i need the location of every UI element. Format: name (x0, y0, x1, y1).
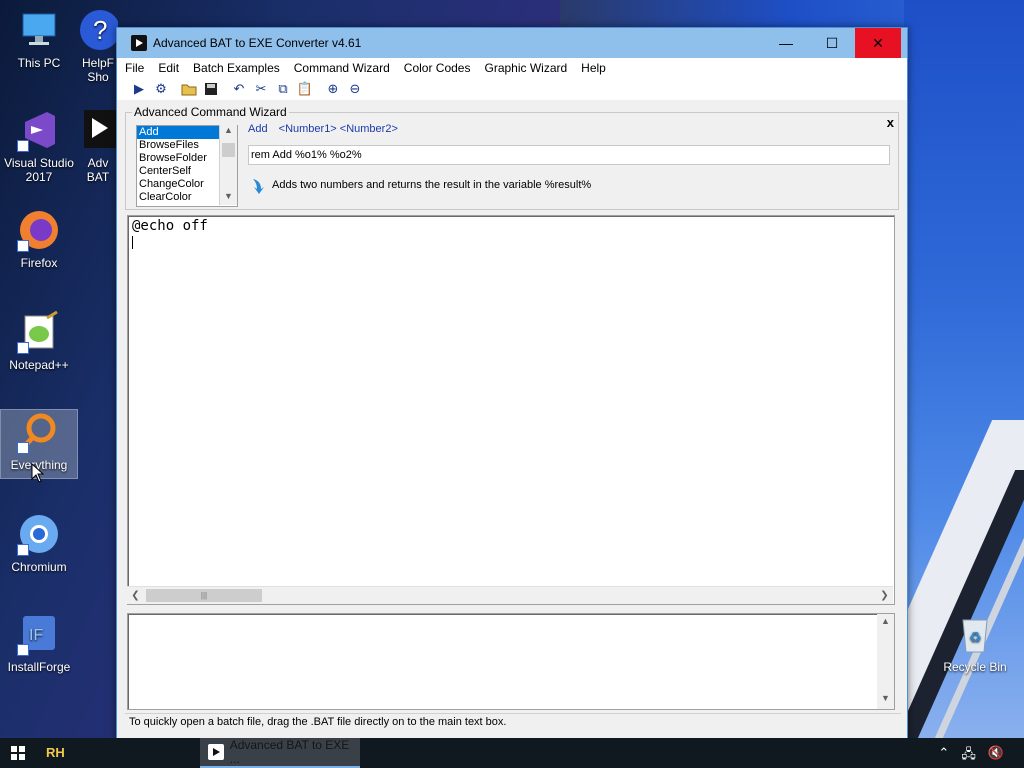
taskbar-app-advanced-bat[interactable]: Advanced BAT to EXE ... (200, 738, 360, 768)
scroll-up-icon[interactable]: ▲ (220, 125, 237, 139)
output-box[interactable]: ▲ ▼ (127, 613, 895, 710)
visual-studio-icon (17, 108, 61, 152)
menu-batch-examples[interactable]: Batch Examples (193, 61, 280, 75)
network-icon[interactable]: 🖧 (961, 745, 976, 767)
syntax-args: <Number1> <Number2> (278, 123, 398, 135)
menu-file[interactable]: File (125, 61, 144, 75)
editor-horizontal-scrollbar[interactable]: ❮ ||| ❯ (127, 586, 893, 604)
run-icon[interactable]: ▶ (131, 81, 147, 97)
window-title: Advanced BAT to EXE Converter v4.61 (153, 36, 362, 50)
status-bar: To quickly open a batch file, drag the .… (125, 713, 901, 730)
command-list-scrollbar[interactable]: ▲ ▼ (219, 125, 237, 205)
command-input-field[interactable]: rem Add %o1% %o2% (248, 145, 890, 165)
undo-icon[interactable]: ↶ (231, 81, 247, 97)
minimize-icon: — (779, 35, 793, 51)
desktop-icon-label: This PC (17, 56, 61, 70)
command-syntax: Add <Number1> <Number2> (248, 123, 398, 135)
menu-graphic-wizard[interactable]: Graphic Wizard (484, 61, 567, 75)
insert-arrow-icon[interactable] (250, 177, 266, 195)
desktop-icon-notepadpp[interactable]: Notepad++ (1, 310, 77, 372)
desktop-icon-label: Adv BAT (86, 156, 110, 184)
start-button[interactable] (0, 738, 36, 768)
app-icon (208, 744, 224, 760)
menu-edit[interactable]: Edit (158, 61, 179, 75)
desktop-icon-label: Firefox (20, 256, 58, 270)
desktop-icon-help[interactable]: ? HelpF Sho (78, 8, 118, 84)
desktop-icon-adv-bat[interactable]: Adv BAT (78, 108, 118, 184)
command-wizard-panel: Advanced Command Wizard x Add BrowseFile… (125, 105, 899, 210)
menu-help[interactable]: Help (581, 61, 606, 75)
app-icon (131, 35, 147, 51)
cut-icon[interactable]: ✂ (253, 81, 269, 97)
mouse-pointer-icon (31, 463, 45, 483)
scroll-down-icon[interactable]: ▼ (877, 693, 894, 707)
menu-bar: File Edit Batch Examples Command Wizard … (117, 58, 907, 78)
desktop-icon-label: Recycle Bin (943, 660, 1007, 674)
svg-text:IF: IF (29, 627, 43, 644)
this-pc-icon (17, 8, 61, 52)
installforge-icon: IF (17, 612, 61, 656)
taskbar: RH Advanced BAT to EXE ... ⌃ 🖧 🔇 (0, 738, 1024, 768)
desktop-icon-label: HelpF Sho (81, 56, 114, 84)
zoom-out-icon[interactable]: ⊖ (347, 81, 363, 97)
toolbar: ▶ ⚙ ↶ ✂ ⧉ 📋 ⊕ ⊖ (117, 78, 907, 100)
syntax-command: Add (248, 123, 268, 135)
chevron-up-icon[interactable]: ⌃ (938, 745, 949, 767)
svg-text:?: ? (93, 15, 107, 45)
volume-muted-icon[interactable]: 🔇 (988, 745, 1004, 767)
scroll-up-icon[interactable]: ▲ (877, 616, 894, 630)
help-icon: ? (78, 8, 118, 52)
windows-logo-icon (11, 746, 25, 760)
desktop-icon-firefox[interactable]: Firefox (1, 208, 77, 270)
save-icon[interactable] (203, 81, 219, 97)
desktop-icon-label: Visual Studio 2017 (4, 156, 74, 184)
copy-icon[interactable]: ⧉ (275, 81, 291, 97)
scroll-thumb[interactable]: ||| (146, 589, 262, 602)
main-text-editor[interactable]: @echo off (127, 215, 895, 605)
paste-icon[interactable]: 📋 (297, 81, 313, 97)
recycle-bin-icon: ♻ (953, 612, 997, 656)
close-button[interactable]: ✕ (855, 28, 901, 58)
desktop-icon-label: Chromium (11, 560, 67, 574)
desktop-icon-label: InstallForge (7, 660, 71, 674)
wizard-close-icon[interactable]: x (887, 115, 894, 130)
close-icon: ✕ (872, 34, 884, 51)
menu-command-wizard[interactable]: Command Wizard (294, 61, 390, 75)
desktop-icon-label: Notepad++ (9, 358, 69, 372)
firefox-icon (17, 208, 61, 252)
notepadpp-icon (17, 310, 61, 354)
command-description: Adds two numbers and returns the result … (272, 179, 592, 191)
adv-bat-icon (78, 108, 118, 152)
taskbar-rh-label[interactable]: RH (46, 745, 65, 760)
scroll-thumb[interactable] (222, 143, 235, 157)
scroll-left-icon[interactable]: ❮ (127, 587, 144, 604)
taskbar-app-label: Advanced BAT to EXE ... (229, 738, 350, 766)
desktop-icon-recycle-bin[interactable]: ♻ Recycle Bin (937, 612, 1013, 674)
system-tray: ⌃ 🖧 🔇 (926, 745, 1016, 767)
maximize-icon: ☐ (825, 34, 839, 51)
chromium-icon (17, 512, 61, 556)
everything-icon (17, 410, 61, 454)
maximize-button[interactable]: ☐ (809, 28, 855, 58)
output-vertical-scrollbar[interactable]: ▲ ▼ (877, 614, 894, 709)
settings-gear-icon[interactable]: ⚙ (153, 81, 169, 97)
minimize-button[interactable]: — (763, 28, 809, 58)
scroll-right-icon[interactable]: ❯ (876, 587, 893, 604)
svg-text:♻: ♻ (969, 630, 982, 646)
menu-color-codes[interactable]: Color Codes (404, 61, 471, 75)
desktop-icon-visual-studio[interactable]: Visual Studio 2017 (1, 108, 77, 184)
desktop-icon-chromium[interactable]: Chromium (1, 512, 77, 574)
desktop-icon-installforge[interactable]: IF InstallForge (1, 612, 77, 674)
editor-content: @echo off (132, 218, 208, 234)
open-folder-icon[interactable] (181, 81, 197, 97)
desktop-icon-this-pc[interactable]: This PC (1, 8, 77, 70)
app-window: Advanced BAT to EXE Converter v4.61 — ☐ … (116, 27, 908, 740)
text-caret (132, 236, 133, 249)
zoom-in-icon[interactable]: ⊕ (325, 81, 341, 97)
title-bar[interactable]: Advanced BAT to EXE Converter v4.61 — ☐ … (117, 28, 907, 58)
wizard-legend: Advanced Command Wizard (132, 105, 289, 119)
scroll-down-icon[interactable]: ▼ (220, 191, 237, 205)
